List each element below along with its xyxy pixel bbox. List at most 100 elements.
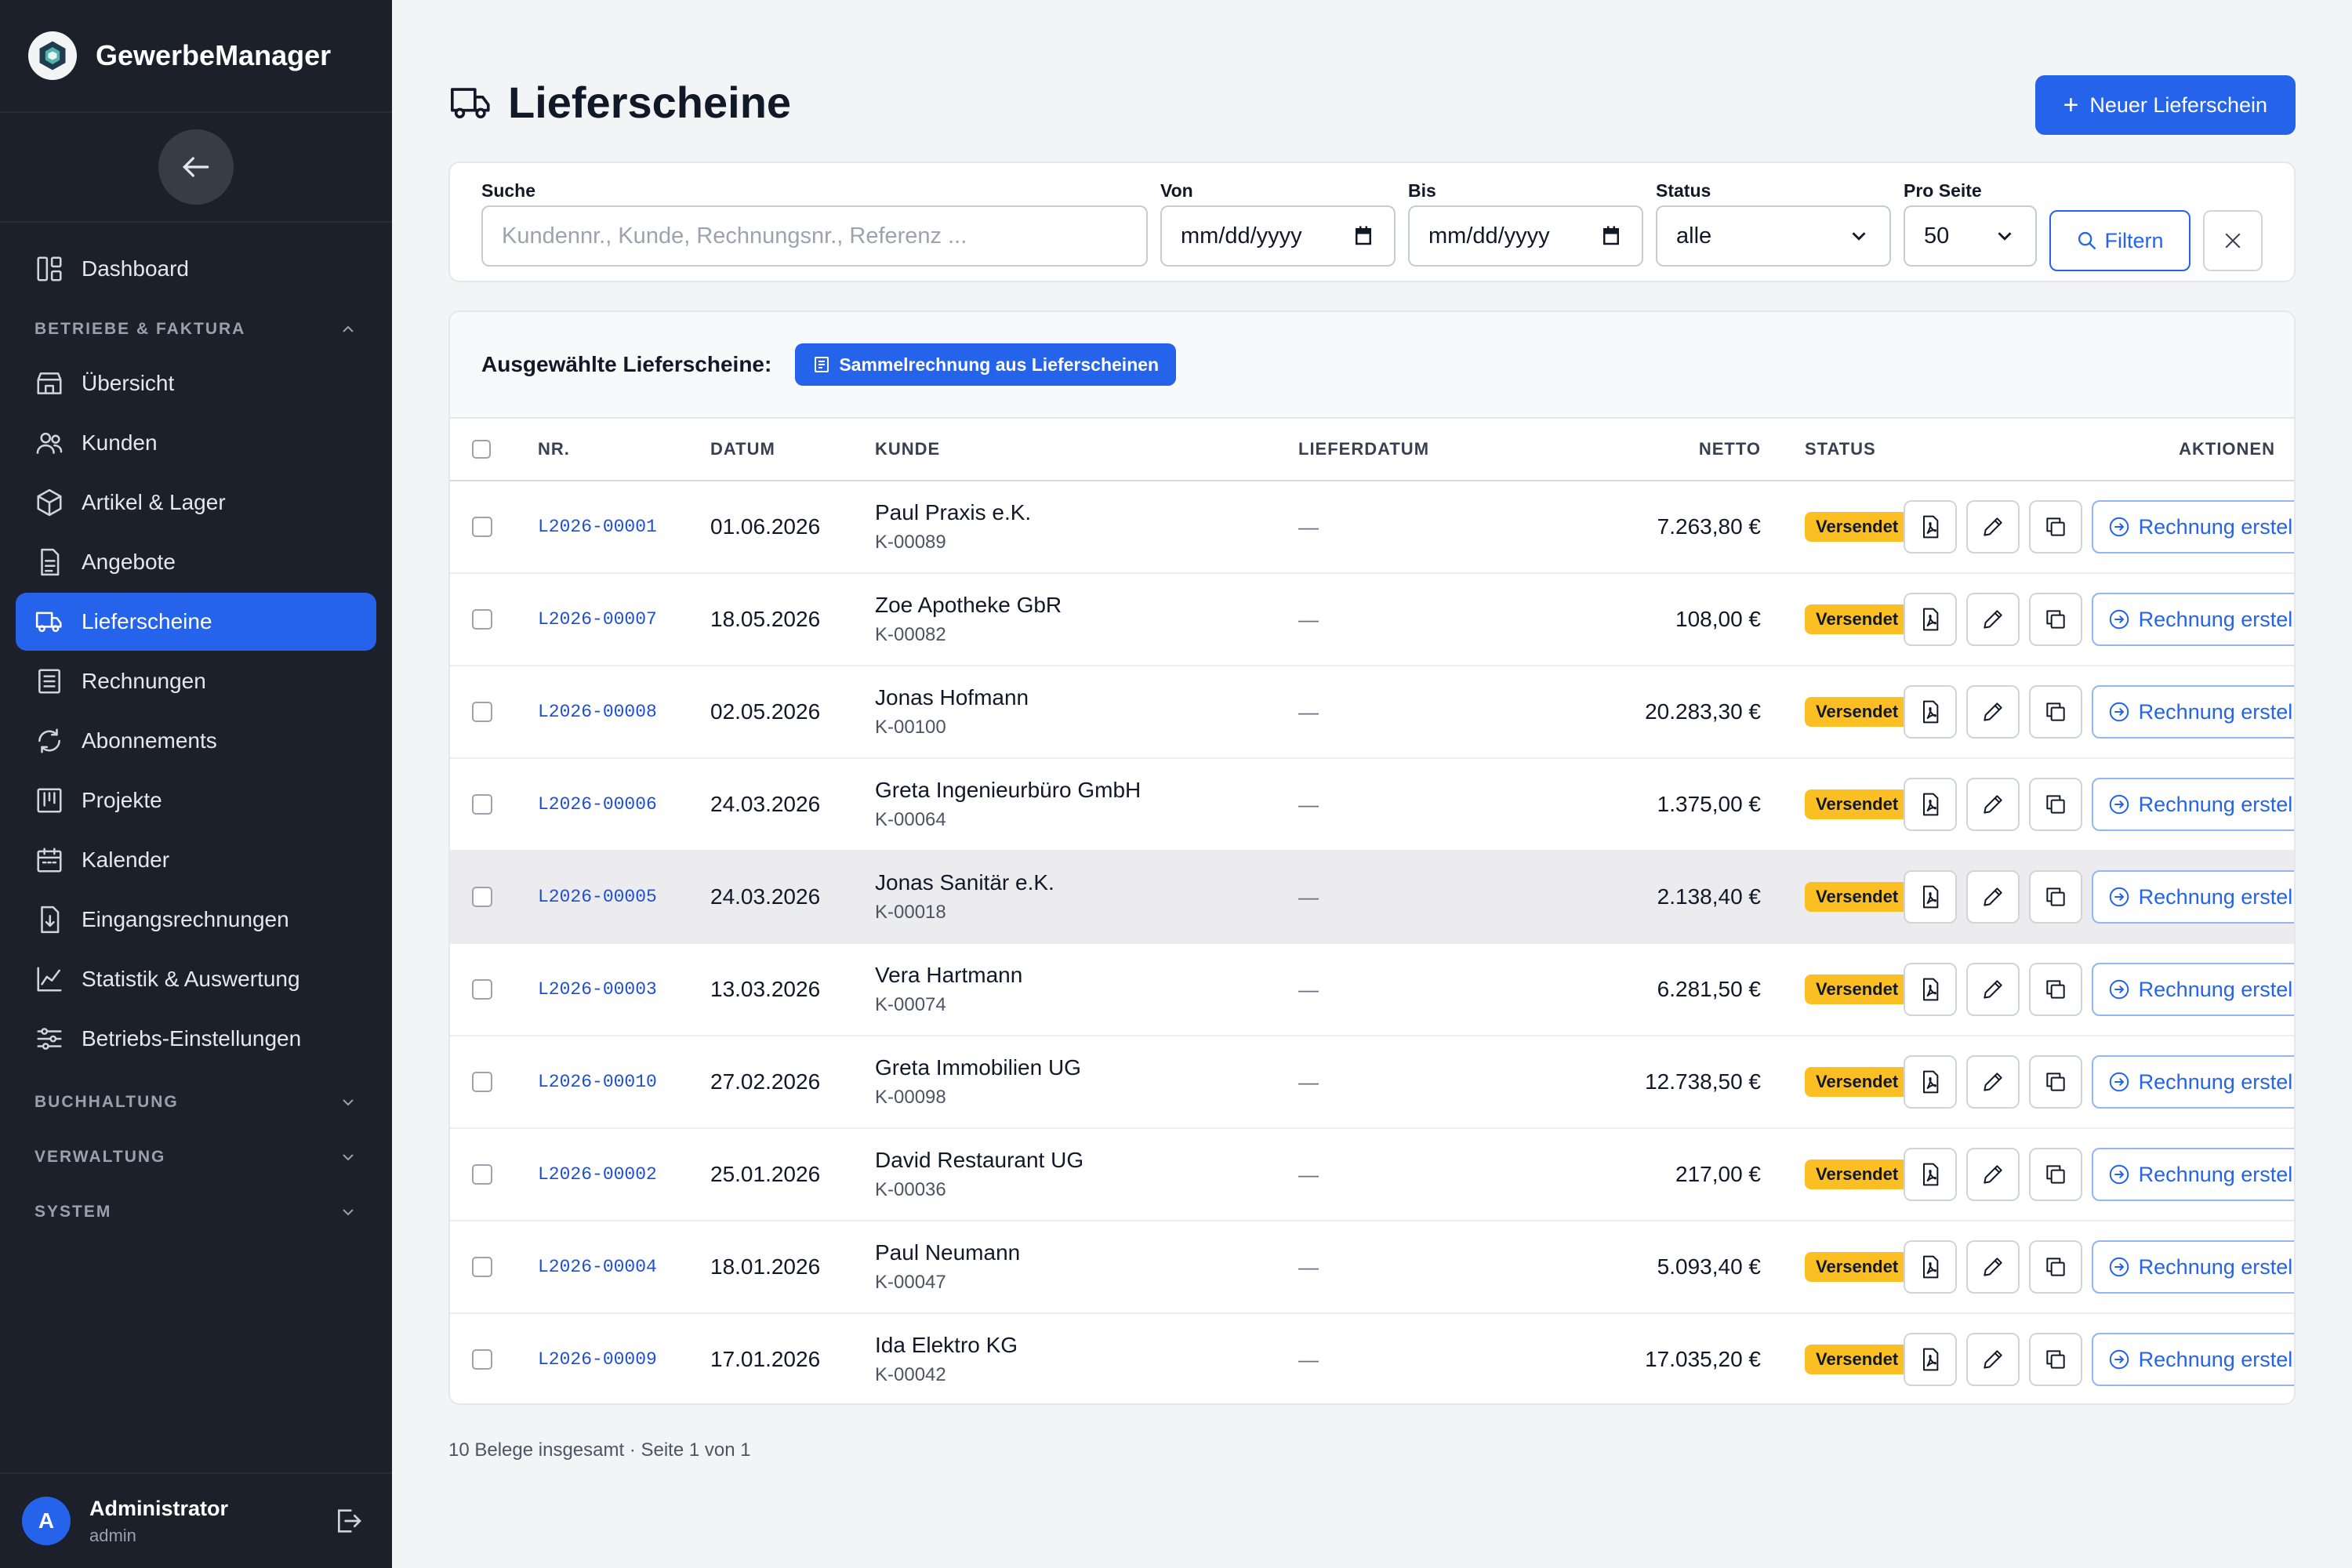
- table-row[interactable]: L2026-00003 13.03.2026 Vera Hartmann K-0007…: [450, 944, 2294, 1036]
- sidebar-item-rechnungen[interactable]: Rechnungen: [16, 652, 376, 710]
- filter-button[interactable]: Filtern: [2049, 210, 2190, 271]
- sidebar-item-kunden[interactable]: Kunden: [16, 414, 376, 472]
- create-invoice-button[interactable]: Rechnung erstellen: [2092, 500, 2294, 554]
- table-row[interactable]: L2026-00005 24.03.2026 Jonas Sanitär e.K. K…: [450, 851, 2294, 944]
- edit-button[interactable]: [1966, 1240, 2020, 1294]
- col-lieferdatum[interactable]: LIEFERDATUM: [1298, 419, 1429, 480]
- row-checkbox[interactable]: [472, 979, 492, 1000]
- duplicate-button[interactable]: [2029, 1333, 2082, 1386]
- duplicate-button[interactable]: [2029, 963, 2082, 1016]
- section-verwaltung[interactable]: VERWALTUNG: [16, 1134, 376, 1181]
- logout-icon[interactable]: [332, 1505, 364, 1537]
- status-select[interactable]: alle: [1656, 205, 1891, 267]
- duplicate-button[interactable]: [2029, 870, 2082, 924]
- edit-button[interactable]: [1966, 1333, 2020, 1386]
- sidebar-item-dashboard[interactable]: Dashboard: [16, 240, 376, 298]
- delivery-note-number[interactable]: L2026-00007: [538, 574, 657, 665]
- calendar-icon[interactable]: [1352, 224, 1375, 248]
- duplicate-button[interactable]: [2029, 685, 2082, 739]
- sidebar-item-übersicht[interactable]: Übersicht: [16, 354, 376, 412]
- pdf-button[interactable]: [1904, 1055, 1957, 1109]
- table-row[interactable]: L2026-00006 24.03.2026 Greta Ingenieurbüro…: [450, 759, 2294, 851]
- avatar[interactable]: A: [22, 1497, 71, 1545]
- duplicate-button[interactable]: [2029, 593, 2082, 646]
- row-checkbox[interactable]: [472, 794, 492, 815]
- sidebar-item-kalender[interactable]: Kalender: [16, 831, 376, 889]
- create-invoice-button[interactable]: Rechnung erstellen: [2092, 1055, 2294, 1109]
- row-checkbox[interactable]: [472, 1349, 492, 1370]
- table-row[interactable]: L2026-00008 02.05.2026 Jonas Hofmann K-0010…: [450, 666, 2294, 759]
- reset-filter-button[interactable]: [2203, 210, 2263, 271]
- edit-button[interactable]: [1966, 685, 2020, 739]
- duplicate-button[interactable]: [2029, 500, 2082, 554]
- edit-button[interactable]: [1966, 593, 2020, 646]
- section-betriebe-faktura[interactable]: BETRIEBE & FAKTURA: [16, 306, 376, 353]
- table-row[interactable]: L2026-00009 17.01.2026 Ida Elektro KG K-000…: [450, 1314, 2294, 1403]
- col-nr[interactable]: NR.: [538, 419, 570, 480]
- sidebar-item-lieferscheine[interactable]: Lieferscheine: [16, 593, 376, 651]
- table-row[interactable]: L2026-00007 18.05.2026 Zoe Apotheke GbR K-0…: [450, 574, 2294, 666]
- search-input[interactable]: Kundennr., Kunde, Rechnungsnr., Referenz…: [481, 205, 1148, 267]
- section-buchhaltung[interactable]: BUCHHALTUNG: [16, 1079, 376, 1126]
- duplicate-button[interactable]: [2029, 1055, 2082, 1109]
- row-checkbox[interactable]: [472, 517, 492, 537]
- sidebar-item-artikel-lager[interactable]: Artikel & Lager: [16, 474, 376, 532]
- select-all-checkbox[interactable]: [472, 440, 491, 459]
- row-checkbox[interactable]: [472, 702, 492, 722]
- table-row[interactable]: L2026-00001 01.06.2026 Paul Praxis e.K. K-0…: [450, 481, 2294, 574]
- create-invoice-button[interactable]: Rechnung erstellen: [2092, 1148, 2294, 1201]
- delivery-note-number[interactable]: L2026-00004: [538, 1221, 657, 1312]
- delivery-note-number[interactable]: L2026-00001: [538, 481, 657, 572]
- duplicate-button[interactable]: [2029, 1240, 2082, 1294]
- sidebar-item-eingangsrechnungen[interactable]: Eingangsrechnungen: [16, 891, 376, 949]
- create-invoice-button[interactable]: Rechnung erstellen: [2092, 1333, 2294, 1386]
- table-row[interactable]: L2026-00004 18.01.2026 Paul Neumann K-00047…: [450, 1221, 2294, 1314]
- create-invoice-button[interactable]: Rechnung erstellen: [2092, 685, 2294, 739]
- row-checkbox[interactable]: [472, 887, 492, 907]
- edit-button[interactable]: [1966, 963, 2020, 1016]
- delivery-note-number[interactable]: L2026-00009: [538, 1314, 657, 1403]
- edit-button[interactable]: [1966, 1055, 2020, 1109]
- to-date-input[interactable]: mm/dd/yyyy: [1408, 205, 1643, 267]
- pdf-button[interactable]: [1904, 593, 1957, 646]
- create-invoice-button[interactable]: Rechnung erstellen: [2092, 870, 2294, 924]
- col-netto[interactable]: NETTO: [1541, 419, 1761, 480]
- row-checkbox[interactable]: [472, 1072, 492, 1092]
- delivery-note-number[interactable]: L2026-00002: [538, 1129, 657, 1220]
- create-invoice-button[interactable]: Rechnung erstellen: [2092, 593, 2294, 646]
- delivery-note-number[interactable]: L2026-00005: [538, 851, 657, 942]
- row-checkbox[interactable]: [472, 609, 492, 630]
- sidebar-item-statistik-auswertung[interactable]: Statistik & Auswertung: [16, 950, 376, 1008]
- sidebar-item-betriebs-einstellungen[interactable]: Betriebs-Einstellungen: [16, 1010, 376, 1068]
- section-system[interactable]: SYSTEM: [16, 1189, 376, 1236]
- delivery-note-number[interactable]: L2026-00008: [538, 666, 657, 757]
- new-delivery-note-button[interactable]: + Neuer Lieferschein: [2034, 75, 2296, 135]
- sidebar-item-angebote[interactable]: Angebote: [16, 533, 376, 591]
- edit-button[interactable]: [1966, 500, 2020, 554]
- pdf-button[interactable]: [1904, 685, 1957, 739]
- duplicate-button[interactable]: [2029, 778, 2082, 831]
- pdf-button[interactable]: [1904, 1240, 1957, 1294]
- table-row[interactable]: L2026-00002 25.01.2026 David Restaurant UG…: [450, 1129, 2294, 1221]
- create-invoice-button[interactable]: Rechnung erstellen: [2092, 778, 2294, 831]
- delivery-note-number[interactable]: L2026-00006: [538, 759, 657, 850]
- sidebar-item-abonnements[interactable]: Abonnements: [16, 712, 376, 770]
- row-checkbox[interactable]: [472, 1164, 492, 1185]
- delivery-note-number[interactable]: L2026-00010: [538, 1036, 657, 1127]
- brand[interactable]: GewerbeManager: [0, 0, 392, 113]
- pdf-button[interactable]: [1904, 963, 1957, 1016]
- calendar-icon[interactable]: [1599, 224, 1623, 248]
- create-invoice-button[interactable]: Rechnung erstellen: [2092, 1240, 2294, 1294]
- duplicate-button[interactable]: [2029, 1148, 2082, 1201]
- edit-button[interactable]: [1966, 1148, 2020, 1201]
- per-page-select[interactable]: 50: [1904, 205, 2037, 267]
- pdf-button[interactable]: [1904, 1148, 1957, 1201]
- delivery-note-number[interactable]: L2026-00003: [538, 944, 657, 1035]
- sidebar-item-projekte[interactable]: Projekte: [16, 771, 376, 829]
- col-datum[interactable]: DATUM: [710, 419, 775, 480]
- from-date-input[interactable]: mm/dd/yyyy: [1160, 205, 1396, 267]
- bulk-invoice-button[interactable]: Sammelrechnung aus Lieferscheinen: [795, 343, 1177, 386]
- edit-button[interactable]: [1966, 778, 2020, 831]
- pdf-button[interactable]: [1904, 870, 1957, 924]
- table-row[interactable]: L2026-00010 27.02.2026 Greta Immobilien UG…: [450, 1036, 2294, 1129]
